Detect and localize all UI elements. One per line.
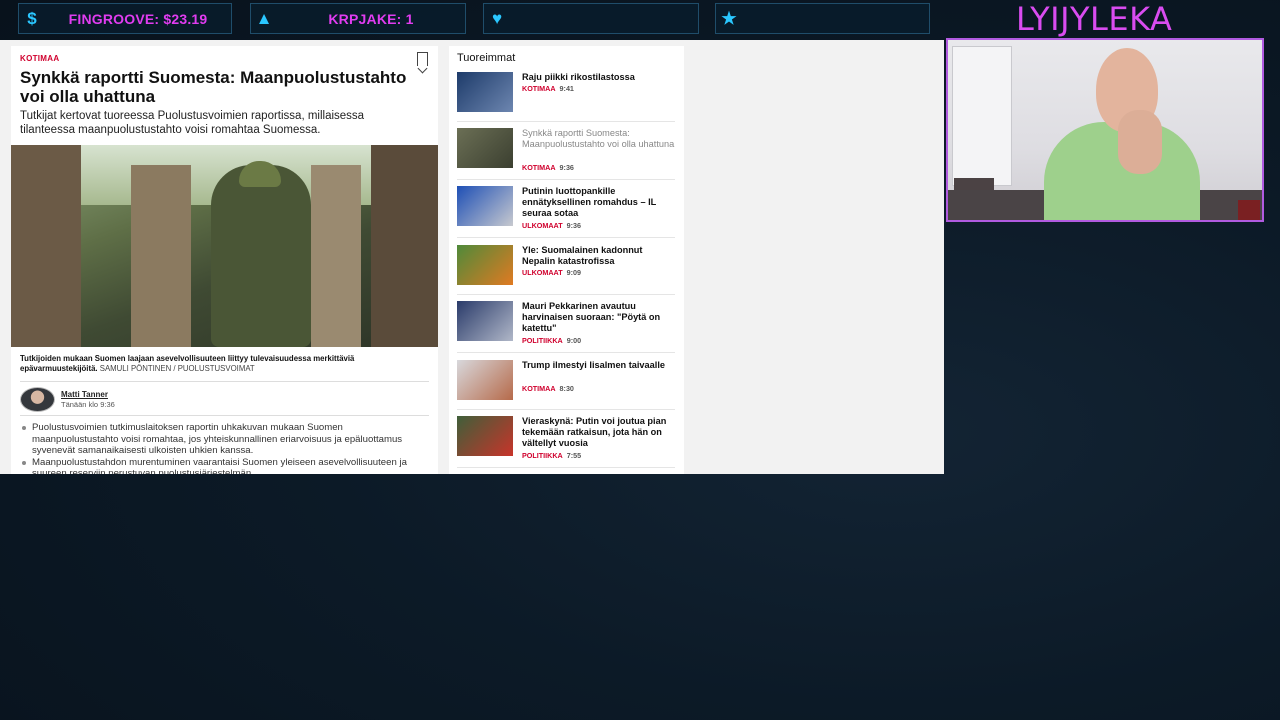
news-meta: KOTIMAA 9:36 — [522, 163, 574, 172]
summary-bullet: Maanpuolustustahdon murentuminen vaarant… — [20, 457, 420, 474]
news-category: POLITIIKKA — [522, 451, 563, 460]
news-thumbnail — [457, 128, 513, 168]
webcam-feed — [946, 38, 1264, 222]
news-item[interactable]: Yle: Suomalainen kadonnut Nepalin katast… — [457, 245, 675, 295]
hero-log — [11, 145, 81, 347]
divider — [457, 121, 675, 122]
hero-log — [311, 165, 361, 347]
news-item[interactable]: Trump ilmestyi Iisalmen taivaalle KOTIMA… — [457, 360, 675, 410]
news-time: 9:36 — [559, 163, 574, 172]
news-category: ULKOMAAT — [522, 268, 563, 277]
article-hero-image[interactable] — [11, 145, 438, 347]
news-title: Vieraskynä: Putin voi joutua pian tekemä… — [522, 416, 667, 448]
drop-icon: ▲ — [255, 8, 273, 28]
news-time: 9:36 — [566, 221, 581, 230]
news-title: Yle: Suomalainen kadonnut Nepalin katast… — [522, 245, 643, 266]
background-object — [1238, 200, 1260, 220]
divider — [457, 237, 675, 238]
news-thumbnail — [457, 416, 513, 456]
news-category: POLITIIKKA — [522, 336, 563, 345]
news-time: 8:30 — [559, 384, 574, 393]
divider — [457, 352, 675, 353]
article-lead: Tutkijat kertovat tuoreessa Puolustusvoi… — [20, 110, 365, 136]
news-category: KOTIMAA — [522, 163, 556, 172]
news-time: 9:00 — [566, 336, 582, 345]
stat-text: FINGROOVE: $23.19 — [68, 10, 208, 27]
author-name[interactable]: Matti Tanner — [61, 390, 108, 399]
news-title: Mauri Pekkarinen avautuu harvinaisen suo… — [522, 301, 661, 333]
news-item[interactable]: Putinin luottopankille ennätyksellinen r… — [457, 186, 675, 238]
news-thumbnail — [457, 245, 513, 285]
channel-brand: LYIJYLEKA — [1016, 0, 1173, 38]
divider — [457, 179, 675, 180]
article: KOTIMAA Synkkä raportti Suomesta: Maanpu… — [11, 46, 438, 474]
article-category[interactable]: KOTIMAA — [20, 54, 59, 63]
browser-page: KOTIMAA Synkkä raportti Suomesta: Maanpu… — [0, 40, 944, 474]
news-meta: KOTIMAA 9:41 — [522, 84, 574, 93]
divider — [457, 467, 675, 468]
stat-box-krpjake: ▲ KRPJAKE: 1 — [250, 3, 466, 34]
news-time: 7:55 — [566, 451, 582, 460]
stat-text: KRPJAKE: 1 — [328, 10, 414, 27]
news-thumbnail — [457, 301, 513, 341]
divider — [457, 409, 675, 410]
news-meta: KOTIMAA 8:30 — [522, 384, 574, 393]
bookmark-icon[interactable] — [417, 52, 428, 66]
news-meta: POLITIIKKA 9:00 — [522, 336, 581, 345]
news-category: ULKOMAAT — [522, 221, 563, 230]
hero-log — [371, 145, 438, 347]
news-thumbnail — [457, 72, 513, 112]
news-title: Trump ilmestyi Iisalmen taivaalle — [522, 360, 665, 370]
news-item[interactable]: Synkkä raportti Suomesta: Maanpuolustust… — [457, 128, 675, 180]
news-title: Putinin luottopankille ennätyksellinen r… — [522, 186, 657, 218]
heart-icon: ♥ — [491, 8, 503, 28]
author-avatar[interactable] — [20, 387, 55, 412]
news-item[interactable]: Mauri Pekkarinen avautuu harvinaisen suo… — [457, 301, 675, 353]
photo-credit: SAMULI PÖNTINEN / PUOLUSTUSVOIMAT — [99, 364, 255, 373]
stat-box-star: ★ — [715, 3, 930, 34]
divider — [457, 294, 675, 295]
hero-log — [131, 165, 191, 347]
summary-bullet: Puolustusvoimien tutkimuslaitoksen rapor… — [20, 422, 420, 457]
star-icon: ★ — [721, 8, 737, 28]
summary-bullets: Puolustusvoimien tutkimuslaitoksen rapor… — [20, 422, 420, 474]
news-thumbnail — [457, 360, 513, 400]
news-title: Raju piikki rikostilastossa — [522, 72, 635, 82]
dollar-icon: $ — [27, 8, 37, 28]
news-category: KOTIMAA — [522, 384, 556, 393]
hero-soldier — [211, 165, 311, 347]
article-headline: Synkkä raportti Suomesta: Maanpuolustust… — [20, 68, 407, 106]
news-time: 9:41 — [559, 84, 574, 93]
news-item[interactable]: Vieraskynä: Putin voi joutua pian tekemä… — [457, 416, 675, 468]
news-thumbnail — [457, 186, 513, 226]
stream-overlay-bar: $ FINGROOVE: $23.19 ▲ KRPJAKE: 1 ♥ ★ — [0, 0, 944, 40]
news-category: KOTIMAA — [522, 84, 556, 93]
news-meta: POLITIIKKA 7:55 — [522, 451, 581, 460]
stat-box-heart: ♥ — [483, 3, 699, 34]
news-meta: ULKOMAAT 9:09 — [522, 268, 581, 277]
news-time: 9:09 — [566, 268, 581, 277]
latest-news-sidebar: Tuoreimmat Raju piikki rikostilastossa K… — [449, 46, 684, 474]
divider — [20, 415, 429, 416]
publish-time: Tänään klo 9:36 — [61, 400, 115, 409]
streamer-arm — [1118, 110, 1162, 174]
news-item[interactable]: Raju piikki rikostilastossa KOTIMAA 9:41 — [457, 72, 675, 122]
image-caption: Tutkijoiden mukaan Suomen laajaan asevel… — [20, 354, 430, 374]
background-door — [952, 46, 1012, 186]
sidebar-title: Tuoreimmat — [457, 52, 516, 64]
stat-box-fingroove: $ FINGROOVE: $23.19 — [18, 3, 232, 34]
news-meta: ULKOMAAT 9:36 — [522, 221, 581, 230]
divider — [20, 381, 429, 382]
news-title: Synkkä raportti Suomesta: Maanpuolustust… — [522, 128, 675, 149]
